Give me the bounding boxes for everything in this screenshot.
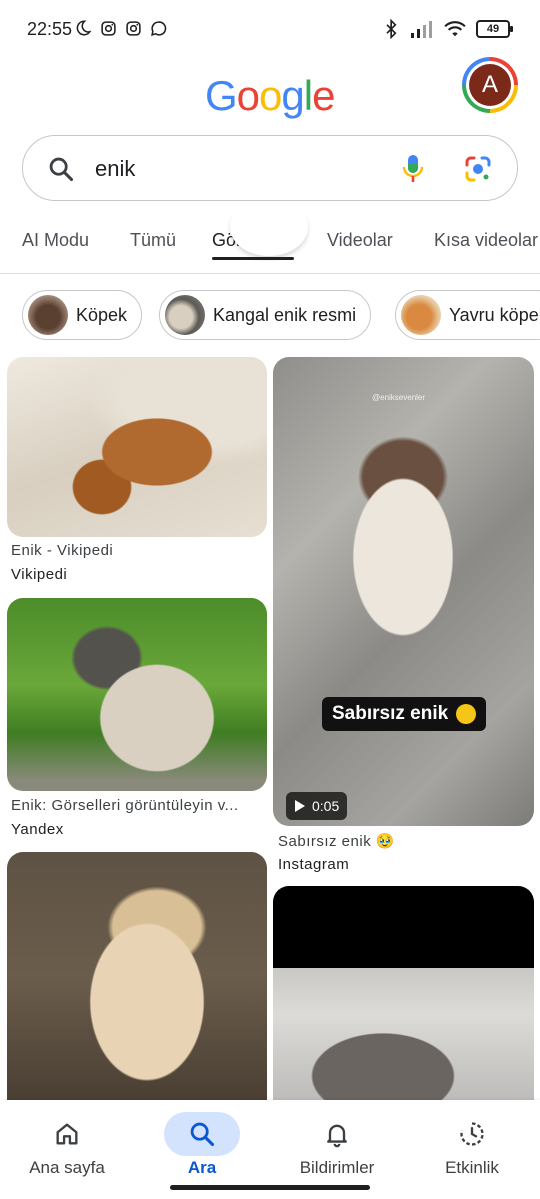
active-tab-indicator (212, 257, 294, 260)
account-avatar[interactable]: A (462, 57, 518, 113)
logo-letter: g (281, 72, 304, 119)
nav-label: Ana sayfa (29, 1158, 105, 1177)
moon-icon (76, 20, 92, 36)
google-logo[interactable]: Google (205, 72, 335, 120)
wifi-icon (444, 21, 466, 37)
video-duration: 0:05 (312, 798, 340, 814)
tab-all[interactable]: Tümü (130, 230, 176, 251)
result-video-thumbnail[interactable] (273, 357, 534, 826)
google-lens-icon[interactable] (463, 154, 493, 184)
avatar-letter: A (469, 64, 511, 106)
chat-icon (151, 20, 167, 36)
battery-indicator: 49 (476, 20, 513, 38)
nav-label: Ara (187, 1158, 217, 1177)
nav-activity[interactable]: Etkinlik (407, 1106, 537, 1186)
result-title[interactable]: Enik: Görselleri görüntüleyin v... (11, 797, 263, 814)
logo-letter: o (236, 72, 260, 119)
chip-kopek[interactable]: Köpek (22, 290, 143, 340)
nav-label: Bildirimler (299, 1158, 375, 1177)
video-caption-overlay: Sabırsız enik (322, 697, 487, 731)
play-icon (295, 800, 305, 812)
nav-icon-wrap (29, 1112, 105, 1156)
search-icon (49, 157, 74, 182)
chip-thumbnail (401, 295, 441, 335)
nav-notifications[interactable]: Bildirimler (272, 1106, 402, 1186)
avatar-frame: A (466, 61, 514, 109)
home-icon (56, 1123, 78, 1145)
logo-letter: l (303, 72, 313, 119)
nav-label: Etkinlik (445, 1158, 499, 1177)
search-icon (190, 1122, 215, 1147)
chip-label: Köpek (76, 304, 128, 325)
chip-thumbnail (28, 295, 68, 335)
nav-icon-wrap (299, 1112, 375, 1156)
result-source: Yandex (11, 821, 64, 838)
history-icon (460, 1122, 484, 1146)
chip-label: Yavru köpek (449, 304, 540, 325)
suggestion-chips: Köpek Kangal enik resmi Yavru köpek (0, 290, 540, 342)
bell-icon (327, 1124, 347, 1148)
result-image[interactable] (273, 886, 534, 1100)
emoji-icon (456, 704, 477, 724)
tab-ai-mode[interactable]: AI Modu (22, 230, 89, 251)
result-image[interactable] (7, 598, 267, 791)
result-image[interactable] (7, 852, 267, 1100)
chip-kangal-enik-resmi[interactable]: Kangal enik resmi (159, 290, 372, 340)
video-watermark: @eniksevenler (372, 393, 426, 402)
instagram-icon (126, 20, 141, 36)
result-source: Instagram (278, 856, 350, 873)
result-title[interactable]: Sabırsız enik 🥹 (278, 832, 530, 850)
home-indicator[interactable] (170, 1185, 370, 1190)
mic-icon[interactable] (401, 153, 425, 185)
search-bar[interactable]: enik (22, 135, 518, 201)
logo-letter: e (312, 72, 335, 119)
result-source: Vikipedi (11, 566, 68, 583)
signal-icon (411, 21, 432, 38)
nav-icon-wrap (434, 1112, 510, 1156)
battery-level: 49 (486, 23, 500, 35)
bluetooth-icon (386, 19, 397, 39)
result-image[interactable] (7, 357, 267, 537)
nav-search[interactable]: Ara (137, 1106, 267, 1186)
tab-short-videos[interactable]: Kısa videolar (434, 230, 538, 251)
video-caption-text: Sabırsız enik (332, 703, 449, 724)
nav-icon-wrap (164, 1112, 240, 1156)
status-icons-left (74, 19, 167, 37)
nav-home[interactable]: Ana sayfa (2, 1106, 132, 1186)
status-icons-right: 49 (384, 19, 513, 39)
result-title[interactable]: Enik - Vikipedi (11, 542, 263, 559)
logo-letter: G (205, 72, 238, 119)
chip-yavru-kopek[interactable]: Yavru köpek (395, 290, 540, 340)
instagram-icon (101, 20, 116, 36)
search-tabs: AI Modu Tümü Görseller Videolar Kısa vid… (0, 216, 540, 274)
status-bar: 22:55 49 (0, 0, 540, 60)
chip-thumbnail (165, 295, 205, 335)
status-time: 22:55 (27, 19, 73, 39)
logo-letter: o (259, 72, 282, 119)
video-duration-badge: 0:05 (286, 792, 348, 820)
chip-label: Kangal enik resmi (213, 304, 357, 325)
tab-videos[interactable]: Videolar (327, 230, 393, 251)
search-input[interactable]: enik (95, 156, 135, 182)
